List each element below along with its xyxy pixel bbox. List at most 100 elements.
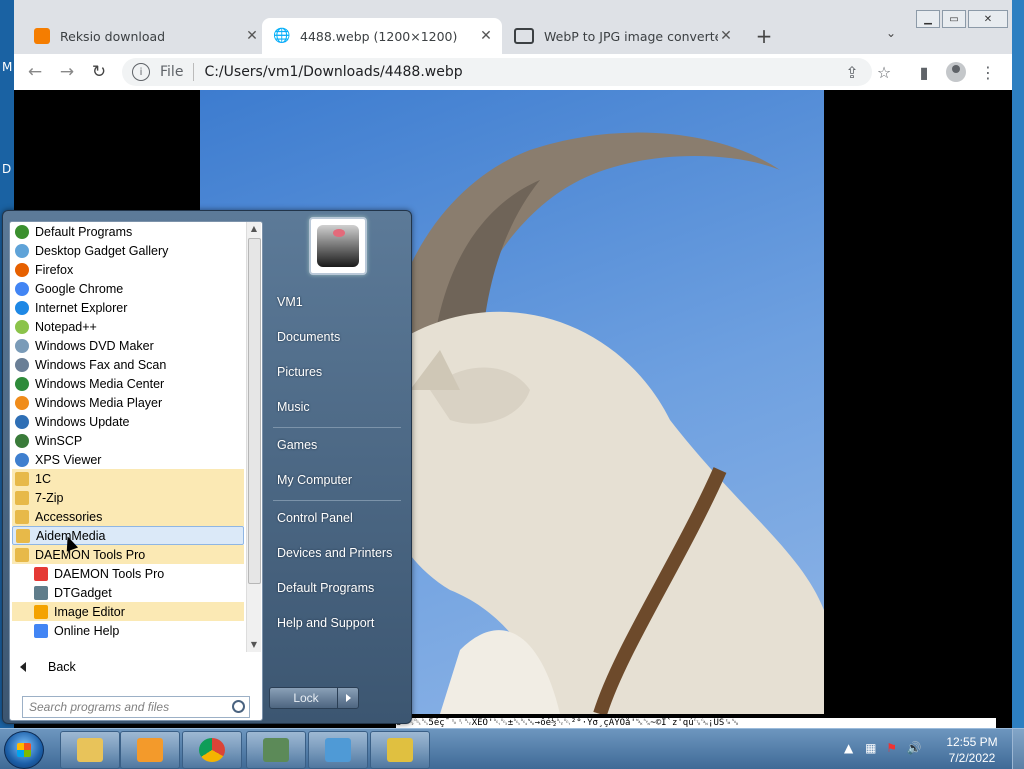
shutdown-options-arrow-icon[interactable]: [337, 687, 359, 709]
taskbar: ▲ ▦ ⚑ 🔊 12:55 PM 7/2/2022: [0, 728, 1024, 769]
program-item[interactable]: Internet Explorer: [12, 298, 244, 317]
program-item[interactable]: DAEMON Tools Pro: [12, 564, 244, 583]
program-label: WinSCP: [35, 433, 83, 448]
program-item[interactable]: Windows Update: [12, 412, 244, 431]
back-button[interactable]: Back: [20, 660, 76, 674]
program-item[interactable]: WinSCP: [12, 431, 244, 450]
search-input[interactable]: Search programs and files: [22, 696, 250, 718]
program-item[interactable]: DTGadget: [12, 583, 244, 602]
program-label: Firefox: [35, 262, 74, 277]
terminal-icon: [263, 738, 289, 762]
start-link-help[interactable]: Help and Support: [277, 616, 374, 630]
divider: [273, 427, 401, 428]
taskbar-button[interactable]: [370, 731, 430, 769]
back-arrow-icon[interactable]: ←: [24, 62, 46, 82]
program-item[interactable]: Firefox: [12, 260, 244, 279]
start-link-documents[interactable]: Documents: [277, 330, 340, 344]
blogger-icon: [34, 28, 50, 44]
program-item[interactable]: Desktop Gadget Gallery: [12, 241, 244, 260]
folder-icon: [15, 509, 29, 524]
close-icon[interactable]: ✕: [244, 28, 260, 44]
program-item[interactable]: 1C: [12, 469, 244, 488]
new-tab-button[interactable]: +: [754, 24, 774, 48]
scroll-thumb[interactable]: [248, 238, 261, 584]
lock-button[interactable]: Lock: [269, 687, 343, 709]
program-item[interactable]: XPS Viewer: [12, 450, 244, 469]
start-link-user[interactable]: VM1: [277, 295, 303, 309]
minimize-button[interactable]: ▁: [916, 10, 940, 28]
start-button[interactable]: [4, 731, 44, 769]
share-icon[interactable]: ⇪: [842, 63, 862, 82]
start-link-control-panel[interactable]: Control Panel: [277, 511, 353, 525]
maximize-button[interactable]: ▭: [942, 10, 966, 28]
program-item[interactable]: Windows DVD Maker: [12, 336, 244, 355]
program-item[interactable]: Default Programs: [12, 222, 244, 241]
scroll-down-icon[interactable]: ▼: [247, 638, 261, 652]
clock-time: 12:55 PM: [946, 735, 998, 749]
media-player-icon: [137, 738, 163, 762]
close-icon[interactable]: ✕: [478, 28, 494, 44]
program-label: 1C: [35, 471, 51, 486]
taskbar-button[interactable]: [60, 731, 120, 769]
start-link-music[interactable]: Music: [277, 400, 310, 414]
program-label: Windows Fax and Scan: [35, 357, 167, 372]
program-list-scrollbar[interactable]: ▲ ▼: [246, 222, 261, 652]
start-link-pictures[interactable]: Pictures: [277, 365, 322, 379]
system-tray: ▲ ▦ ⚑ 🔊: [844, 741, 922, 755]
menu-kebab-icon[interactable]: ⋮: [978, 63, 998, 82]
program-icon: [34, 585, 48, 600]
program-label: Online Help: [54, 623, 120, 638]
globe-icon: 🌐: [273, 28, 291, 44]
program-item[interactable]: 7-Zip: [12, 488, 244, 507]
clock[interactable]: 12:55 PM 7/2/2022: [944, 734, 1000, 766]
network-icon[interactable]: ▦: [865, 741, 876, 755]
taskbar-button[interactable]: [246, 731, 306, 769]
taskbar-button[interactable]: [120, 731, 180, 769]
volume-icon[interactable]: 🔊: [907, 741, 922, 755]
program-label: Notepad++: [35, 319, 97, 334]
program-item[interactable]: Online Help: [12, 621, 244, 640]
desktop-right-edge: [1010, 0, 1024, 728]
start-link-games[interactable]: Games: [277, 438, 317, 452]
taskbar-button[interactable]: [308, 731, 368, 769]
program-item[interactable]: Accessories: [12, 507, 244, 526]
chevron-down-icon[interactable]: ⌄: [886, 26, 896, 40]
start-link-computer[interactable]: My Computer: [277, 473, 352, 487]
taskbar-button[interactable]: [182, 731, 242, 769]
side-panel-icon[interactable]: ▮: [914, 63, 934, 82]
action-center-icon[interactable]: ⚑: [886, 741, 897, 755]
search-icon[interactable]: [232, 700, 245, 713]
program-item[interactable]: Windows Media Player: [12, 393, 244, 412]
profile-avatar[interactable]: [946, 62, 966, 82]
program-item[interactable]: Google Chrome: [12, 279, 244, 298]
program-label: Windows Media Center: [35, 376, 165, 391]
address-bar[interactable]: i File C:/Users/vm1/Downloads/4488.webp: [122, 58, 872, 86]
program-icon: [15, 243, 29, 258]
show-hidden-icons-icon[interactable]: ▲: [844, 741, 853, 755]
close-icon[interactable]: ✕: [718, 28, 734, 44]
tab-reksio[interactable]: Reksio download ✕: [22, 18, 268, 54]
scroll-up-icon[interactable]: ▲: [247, 222, 261, 236]
tab-image[interactable]: 🌐 4488.webp (1200×1200) ✕: [262, 18, 502, 54]
tab-converter[interactable]: WebP to JPG image converter - 4 ✕: [502, 18, 742, 54]
explorer-icon: [77, 738, 103, 762]
program-item[interactable]: DAEMON Tools Pro: [12, 545, 244, 564]
program-item[interactable]: AidemMedia: [12, 526, 244, 545]
program-icon: [15, 300, 29, 315]
program-item[interactable]: Image Editor: [12, 602, 244, 621]
program-item[interactable]: Windows Fax and Scan: [12, 355, 244, 374]
program-item[interactable]: Notepad++: [12, 317, 244, 336]
program-item[interactable]: Windows Media Center: [12, 374, 244, 393]
close-window-button[interactable]: ✕: [968, 10, 1008, 28]
info-icon[interactable]: i: [132, 63, 150, 81]
program-icon: [15, 319, 29, 334]
reload-icon[interactable]: ↻: [88, 62, 110, 82]
user-picture[interactable]: [309, 217, 367, 275]
show-desktop-button[interactable]: [1012, 729, 1024, 769]
desktop-icon-label: M: [2, 60, 13, 74]
clock-date: 7/2/2022: [948, 751, 996, 765]
forward-arrow-icon[interactable]: →: [56, 62, 78, 82]
bookmark-star-icon[interactable]: ☆: [874, 63, 894, 82]
start-link-devices[interactable]: Devices and Printers: [277, 546, 392, 560]
start-link-default-programs[interactable]: Default Programs: [277, 581, 374, 595]
